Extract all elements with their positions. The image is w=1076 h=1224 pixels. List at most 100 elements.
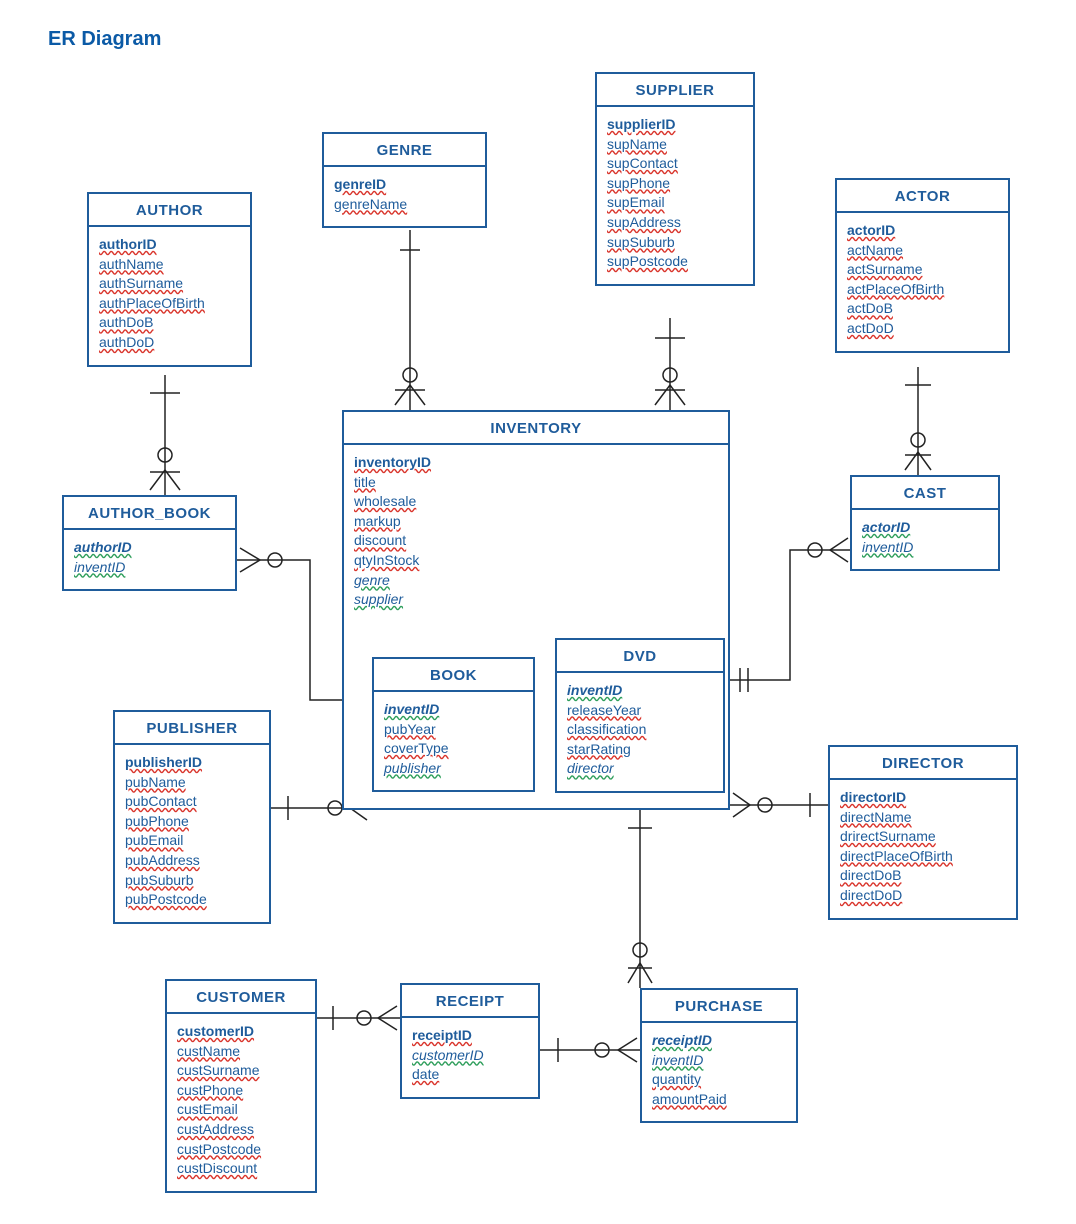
attribute: pubName	[125, 773, 259, 793]
attribute: actName	[847, 241, 998, 261]
attribute: authSurname	[99, 274, 240, 294]
attribute: authDoD	[99, 333, 240, 353]
entity-director: DIRECTOR directorIDdirectNamedrirectSurn…	[828, 745, 1018, 920]
attribute: actDoB	[847, 299, 998, 319]
attribute: customerID	[412, 1046, 528, 1066]
entity-attrs: authorIDinventID	[64, 530, 235, 589]
attribute: starRating	[567, 740, 713, 760]
attribute: directorID	[840, 788, 1006, 808]
attribute: custSurname	[177, 1061, 305, 1081]
attribute: inventID	[74, 558, 225, 578]
attribute: supAddress	[607, 213, 743, 233]
entity-title: DVD	[557, 640, 723, 673]
page-title: ER Diagram	[48, 28, 161, 51]
attribute: authDoB	[99, 313, 240, 333]
entity-attrs: inventIDpubYearcoverTypepublisher	[374, 692, 533, 790]
attribute: directDoD	[840, 886, 1006, 906]
attribute: supSuburb	[607, 233, 743, 253]
attribute: genreName	[334, 195, 475, 215]
entity-title: INVENTORY	[344, 412, 728, 445]
entity-attrs: actorIDinventID	[852, 510, 998, 569]
attribute: actSurname	[847, 260, 998, 280]
attribute: actPlaceOfBirth	[847, 280, 998, 300]
attribute: drirectSurname	[840, 827, 1006, 847]
entity-purchase: PURCHASE receiptIDinventIDquantityamount…	[640, 988, 798, 1123]
attribute: pubEmail	[125, 831, 259, 851]
entity-attrs: supplierIDsupNamesupContactsupPhonesupEm…	[597, 107, 753, 284]
attribute: actorID	[847, 221, 998, 241]
attribute: title	[354, 473, 718, 493]
attribute: pubPostcode	[125, 890, 259, 910]
attribute: supPhone	[607, 174, 743, 194]
entity-attrs: publisherIDpubNamepubContactpubPhonepubE…	[115, 745, 269, 922]
attribute: pubPhone	[125, 812, 259, 832]
attribute: pubSuburb	[125, 871, 259, 891]
attribute: authorID	[74, 538, 225, 558]
attribute: coverType	[384, 739, 523, 759]
attribute: pubYear	[384, 720, 523, 740]
entity-dvd: DVD inventIDreleaseYearclassificationsta…	[555, 638, 725, 793]
attribute: genreID	[334, 175, 475, 195]
attribute: custPostcode	[177, 1140, 305, 1160]
entity-customer: CUSTOMER customerIDcustNamecustSurnamecu…	[165, 979, 317, 1193]
attribute: classification	[567, 720, 713, 740]
attribute: customerID	[177, 1022, 305, 1042]
attribute: supEmail	[607, 193, 743, 213]
attribute: directDoB	[840, 866, 1006, 886]
attribute: receiptID	[652, 1031, 786, 1051]
entity-genre: GENRE genreIDgenreName	[322, 132, 487, 228]
attribute: inventID	[567, 681, 713, 701]
attribute: directPlaceOfBirth	[840, 847, 1006, 867]
attribute: custEmail	[177, 1100, 305, 1120]
attribute: inventID	[862, 538, 988, 558]
attribute: authName	[99, 255, 240, 275]
attribute: qtyInStock	[354, 551, 718, 571]
entity-title: AUTHOR	[89, 194, 250, 227]
entity-author: AUTHOR authorIDauthNameauthSurnameauthPl…	[87, 192, 252, 367]
entity-title: PUBLISHER	[115, 712, 269, 745]
attribute: markup	[354, 512, 718, 532]
attribute: date	[412, 1065, 528, 1085]
entity-attrs: authorIDauthNameauthSurnameauthPlaceOfBi…	[89, 227, 250, 365]
attribute: authPlaceOfBirth	[99, 294, 240, 314]
attribute: custPhone	[177, 1081, 305, 1101]
attribute: pubContact	[125, 792, 259, 812]
attribute: inventID	[652, 1051, 786, 1071]
attribute: directName	[840, 808, 1006, 828]
entity-attrs: customerIDcustNamecustSurnamecustPhonecu…	[167, 1014, 315, 1191]
attribute: actDoD	[847, 319, 998, 339]
entity-title: CAST	[852, 477, 998, 510]
entity-attrs: inventoryIDtitlewholesalemarkupdiscountq…	[344, 445, 728, 610]
attribute: supName	[607, 135, 743, 155]
entity-title: AUTHOR_BOOK	[64, 497, 235, 530]
attribute: inventoryID	[354, 453, 718, 473]
entity-attrs: inventIDreleaseYearclassificationstarRat…	[557, 673, 723, 791]
entity-receipt: RECEIPT receiptIDcustomerIDdate	[400, 983, 540, 1099]
attribute: quantity	[652, 1070, 786, 1090]
entity-title: PURCHASE	[642, 990, 796, 1023]
entity-book: BOOK inventIDpubYearcoverTypepublisher	[372, 657, 535, 792]
entity-title: BOOK	[374, 659, 533, 692]
attribute: authorID	[99, 235, 240, 255]
attribute: publisher	[384, 759, 523, 779]
attribute: director	[567, 759, 713, 779]
attribute: supPostcode	[607, 252, 743, 272]
attribute: actorID	[862, 518, 988, 538]
attribute: wholesale	[354, 492, 718, 512]
entity-attrs: genreIDgenreName	[324, 167, 485, 226]
attribute: releaseYear	[567, 701, 713, 721]
attribute: supplierID	[607, 115, 743, 135]
entity-title: GENRE	[324, 134, 485, 167]
attribute: supContact	[607, 154, 743, 174]
attribute: custName	[177, 1042, 305, 1062]
attribute: supplier	[354, 590, 718, 610]
entity-title: ACTOR	[837, 180, 1008, 213]
attribute: inventID	[384, 700, 523, 720]
attribute: publisherID	[125, 753, 259, 773]
entity-author-book: AUTHOR_BOOK authorIDinventID	[62, 495, 237, 591]
attribute: custDiscount	[177, 1159, 305, 1179]
entity-title: RECEIPT	[402, 985, 538, 1018]
attribute: custAddress	[177, 1120, 305, 1140]
entity-title: SUPPLIER	[597, 74, 753, 107]
entity-title: CUSTOMER	[167, 981, 315, 1014]
